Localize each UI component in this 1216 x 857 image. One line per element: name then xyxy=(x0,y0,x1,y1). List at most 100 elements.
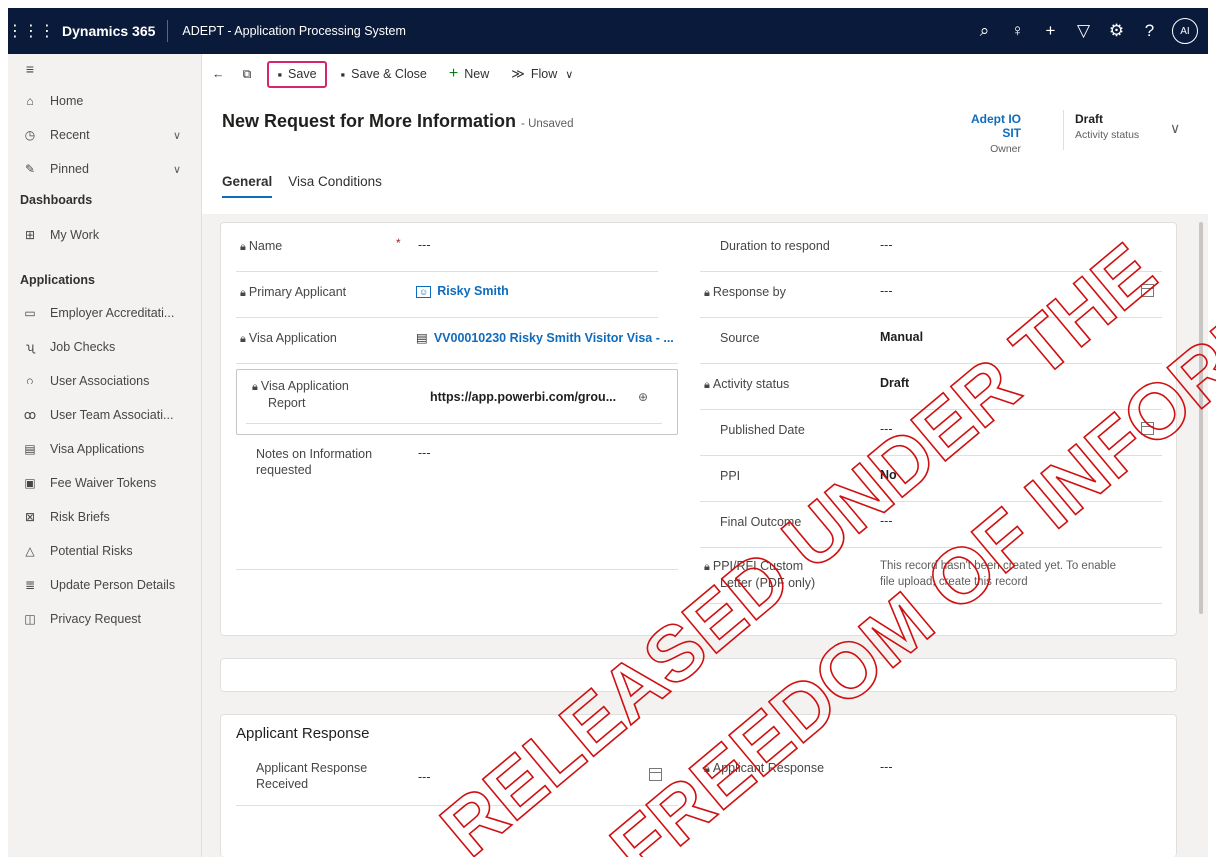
flow-button[interactable]: ≫ Flow ∨ xyxy=(511,66,573,82)
published-date-field: Published Date --- xyxy=(700,410,1162,456)
sidebar-item-label: Employer Accreditati... xyxy=(50,306,175,320)
lock-icon: 🔒︎ xyxy=(704,561,710,573)
sidebar-item-fee-waiver-tokens[interactable]: ▣ Fee Waiver Tokens xyxy=(8,466,201,500)
source-label: Source xyxy=(720,331,760,345)
globe-icon[interactable]: ⊕ xyxy=(638,390,648,404)
save-close-icon: ▪ xyxy=(340,66,346,82)
calendar-icon[interactable] xyxy=(1141,284,1154,297)
ppi-toggle[interactable]: No xyxy=(880,468,897,482)
sidebar-item-label: User Team Associati... xyxy=(50,408,174,422)
header-status: Draft Activity status xyxy=(1075,112,1139,141)
sidebar-item-my-work[interactable]: ⊞ My Work xyxy=(8,214,201,256)
published-date-input[interactable]: --- xyxy=(880,422,893,436)
brand-name[interactable]: Dynamics 365 xyxy=(54,20,169,42)
lock-icon: 🔒︎ xyxy=(240,241,246,253)
gear-icon[interactable]: ⚙ xyxy=(1100,21,1133,41)
visa-application-link[interactable]: ▤ VV00010230 Risky Smith Visitor Visa - .… xyxy=(416,330,674,345)
open-in-new-window-icon[interactable]: ⧉ xyxy=(243,67,252,82)
back-icon[interactable]: ← xyxy=(212,67,225,81)
visa-application-label: 🔒︎ Visa Application xyxy=(240,331,337,345)
sidebar-item-privacy-request[interactable]: ◫ Privacy Request xyxy=(8,602,201,636)
team-icon: ꝏ xyxy=(23,408,37,422)
lock-icon: 🔒︎ xyxy=(252,381,258,393)
required-asterisk: * xyxy=(396,236,401,250)
sidebar-group-dashboards: Dashboards xyxy=(20,193,93,207)
sidebar-item-label: Privacy Request xyxy=(50,612,142,626)
sidebar-item-pinned[interactable]: ✎ Pinned ∨ xyxy=(8,152,201,186)
sidebar-item-home[interactable]: ⌂ Home xyxy=(8,84,201,118)
header-expand-chevron-icon[interactable]: ∨ xyxy=(1170,120,1180,137)
sidebar-item-label: My Work xyxy=(50,228,100,242)
chevron-down-icon: ∨ xyxy=(565,68,574,81)
visa-report-url[interactable]: https://app.powerbi.com/grou... xyxy=(430,390,616,404)
plus-icon[interactable]: + xyxy=(1034,21,1067,41)
calendar-icon[interactable] xyxy=(649,768,662,781)
owner-link[interactable]: Adept IO SIT xyxy=(965,112,1021,140)
tab-visa-conditions[interactable]: Visa Conditions xyxy=(288,174,382,198)
sidebar-item-label: Recent xyxy=(50,128,90,142)
sidebar-item-employer-accreditations[interactable]: ▭ Employer Accreditati... xyxy=(8,296,201,330)
source-value[interactable]: Manual xyxy=(880,330,923,344)
app-launcher-icon[interactable]: ⋮⋮⋮ xyxy=(7,8,55,54)
owner-label: Owner xyxy=(990,143,1021,155)
new-button[interactable]: + New xyxy=(449,65,489,83)
sidebar-item-job-checks[interactable]: ʯ Job Checks xyxy=(8,330,201,364)
name-input[interactable]: --- xyxy=(418,238,431,252)
sidebar-item-label: Visa Applications xyxy=(50,442,145,456)
sidebar-item-update-person-details[interactable]: ≣ Update Person Details xyxy=(8,568,201,602)
avatar[interactable]: AI xyxy=(1172,18,1198,44)
visa-application-field: 🔒︎ Visa Application ▤ VV00010230 Risky Smi… xyxy=(236,318,678,364)
final-outcome-field: Final Outcome --- xyxy=(700,502,1162,548)
final-outcome-value[interactable]: --- xyxy=(880,514,893,528)
sidebar-item-label: Job Checks xyxy=(50,340,116,354)
sidebar-item-user-team-associations[interactable]: ꝏ User Team Associati... xyxy=(8,398,201,432)
applicant-response-received-input[interactable]: --- xyxy=(418,770,431,784)
hamburger-menu-icon[interactable]: ≡ xyxy=(8,54,201,84)
unsaved-indicator: - Unsaved xyxy=(521,118,574,130)
lightbulb-icon[interactable]: ♀ xyxy=(1001,21,1034,41)
brief-icon: ⊠ xyxy=(24,510,36,524)
response-by-input[interactable]: --- xyxy=(880,284,893,298)
duration-label: Duration to respond xyxy=(720,239,830,253)
ppi-label: PPI xyxy=(720,469,741,483)
save-button[interactable]: ▪ Save xyxy=(267,60,327,88)
activity-status-value: Draft xyxy=(880,376,910,390)
sidebar-item-label: Pinned xyxy=(50,162,89,176)
sidebar-item-label: Potential Risks xyxy=(50,544,133,558)
app-title[interactable]: ADEPT - Application Processing System xyxy=(168,24,968,38)
filter-icon[interactable]: ▽ xyxy=(1067,21,1100,41)
sidebar-item-label: Home xyxy=(50,94,84,108)
primary-applicant-label: 🔒︎ Primary Applicant xyxy=(240,285,347,299)
sidebar-item-potential-risks[interactable]: △ Potential Risks xyxy=(8,534,201,568)
token-icon: ▣ xyxy=(24,476,36,490)
person-list-icon: ≣ xyxy=(24,578,36,592)
sidebar: ≡ ⌂ Home ◷ Recent ∨ ✎ Pinned ∨ Dashboard… xyxy=(8,54,202,857)
people-icon: ဂ xyxy=(26,373,34,387)
applicant-response-value[interactable]: --- xyxy=(880,760,893,774)
primary-applicant-link[interactable]: ☺ Risky Smith xyxy=(416,284,509,298)
calendar-icon[interactable] xyxy=(1141,422,1154,435)
help-icon[interactable]: ? xyxy=(1133,21,1166,41)
sidebar-item-risk-briefs[interactable]: ⊠ Risk Briefs xyxy=(8,500,201,534)
sidebar-item-user-associations[interactable]: ဂ User Associations xyxy=(8,364,201,398)
chevron-down-icon[interactable]: ∨ xyxy=(173,163,181,176)
sidebar-item-visa-applications[interactable]: ▤ Visa Applications xyxy=(8,432,201,466)
sidebar-item-label: User Associations xyxy=(50,374,150,388)
scrollbar[interactable] xyxy=(1199,222,1203,614)
name-field: 🔒︎ Name * --- xyxy=(236,226,658,272)
response-by-label: 🔒︎ Response by xyxy=(704,285,786,299)
status-label: Activity status xyxy=(1075,129,1140,141)
tab-general[interactable]: General xyxy=(222,174,273,198)
notes-textarea[interactable]: --- xyxy=(418,446,431,460)
applicant-response-title: Applicant Response xyxy=(236,725,370,742)
chevron-down-icon[interactable]: ∨ xyxy=(173,129,181,142)
notes-label: Notes on Information requested xyxy=(256,447,373,477)
header-divider xyxy=(1063,110,1064,150)
activity-status-label: 🔒︎ Activity status xyxy=(704,377,790,391)
save-and-close-button[interactable]: ▪ Save & Close xyxy=(341,67,427,82)
visa-report-field: 🔒︎ Visa Application Report https://app.pow… xyxy=(246,372,662,424)
sidebar-item-recent[interactable]: ◷ Recent ∨ xyxy=(8,118,201,152)
duration-value: --- xyxy=(880,238,893,252)
command-bar: ← ⧉ ▪ Save ▪ Save & Close + New ≫ Flow ∨ xyxy=(202,54,1208,94)
search-icon[interactable]: ⌕ xyxy=(968,21,1001,41)
